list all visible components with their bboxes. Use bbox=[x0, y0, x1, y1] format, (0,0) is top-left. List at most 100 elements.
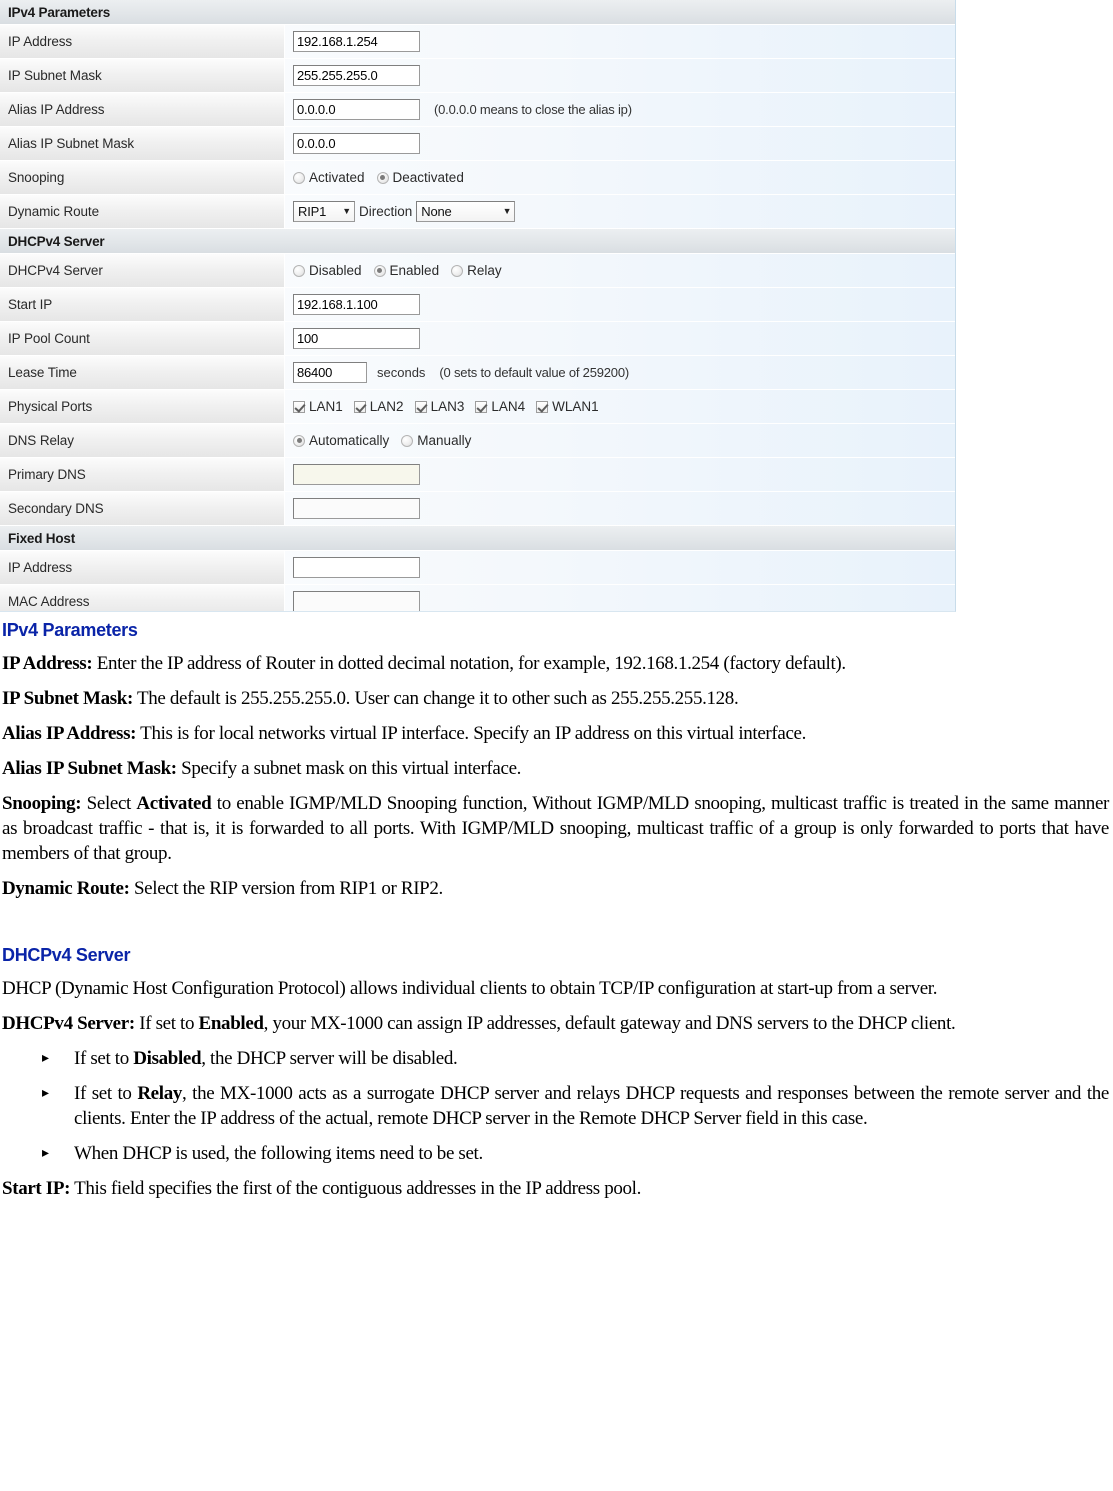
alias-ip-address-input[interactable]: 0.0.0.0 bbox=[293, 99, 420, 120]
checkbox-lan1[interactable]: LAN1 bbox=[293, 399, 343, 414]
bullet-2-text-1: If set to bbox=[74, 1083, 138, 1104]
row-physical-ports: Physical Ports LAN1 LAN2 LAN3 LAN4 WLAN1 bbox=[0, 390, 955, 424]
label-fixed-host-mac-address: MAC Address bbox=[0, 585, 285, 611]
field-dynamic-route: RIP1 ▼ Direction None ▼ bbox=[285, 195, 955, 228]
row-snooping: Snooping Activated Deactivated bbox=[0, 161, 955, 195]
paragraph-start-ip-text: This field specifies the first of the co… bbox=[70, 1178, 642, 1199]
snooping-radio-deactivated[interactable]: Deactivated bbox=[376, 170, 464, 185]
paragraph-snooping-emphasis: Activated bbox=[136, 793, 212, 814]
bullet-arrow-icon: ▸ bbox=[42, 1086, 49, 1101]
label-ip-pool-count: IP Pool Count bbox=[0, 322, 285, 355]
field-lease-time: 86400 seconds (0 sets to default value o… bbox=[285, 356, 955, 389]
label-physical-ports: Physical Ports bbox=[0, 390, 285, 423]
ip-pool-count-input[interactable]: 100 bbox=[293, 328, 420, 349]
field-alias-ip-address: 0.0.0.0 (0.0.0.0 means to close the alia… bbox=[285, 93, 955, 126]
paragraph-dhcp-intro: DHCP (Dynamic Host Configuration Protoco… bbox=[2, 978, 938, 999]
checkbox-lan3-label: LAN3 bbox=[430, 399, 465, 414]
label-primary-dns: Primary DNS bbox=[0, 458, 285, 491]
bullet-arrow-icon: ▸ bbox=[42, 1051, 49, 1066]
bullet-2-text-2: , the MX-1000 acts as a surrogate DHCP s… bbox=[74, 1083, 1109, 1129]
direction-select[interactable]: None ▼ bbox=[416, 201, 516, 222]
paragraph-dynamic-route-term: Dynamic Route: bbox=[2, 878, 130, 899]
field-physical-ports: LAN1 LAN2 LAN3 LAN4 WLAN1 bbox=[285, 390, 955, 423]
label-secondary-dns: Secondary DNS bbox=[0, 492, 285, 525]
paragraph-snooping-text-1: Select bbox=[81, 793, 137, 814]
dhcpv4-radio-enabled[interactable]: Enabled bbox=[373, 263, 439, 278]
row-dhcpv4-server: DHCPv4 Server Disabled Enabled Relay bbox=[0, 254, 955, 288]
primary-dns-input[interactable] bbox=[293, 464, 420, 485]
field-start-ip: 192.168.1.100 bbox=[285, 288, 955, 321]
label-dhcpv4-server: DHCPv4 Server bbox=[0, 254, 285, 287]
checkbox-lan2[interactable]: LAN2 bbox=[353, 399, 404, 414]
dhcpv4-radio-relay-label: Relay bbox=[467, 263, 502, 278]
checkbox-checked-icon bbox=[353, 400, 366, 413]
paragraph-start-ip-term: Start IP: bbox=[2, 1178, 71, 1199]
dns-relay-radio-automatically[interactable]: Automatically bbox=[293, 433, 389, 448]
chevron-down-icon: ▼ bbox=[342, 206, 351, 216]
paragraph-ip-subnet-mask-text: The default is 255.255.255.0. User can c… bbox=[132, 688, 739, 709]
secondary-dns-input[interactable] bbox=[293, 498, 420, 519]
checkbox-lan2-label: LAN2 bbox=[369, 399, 404, 414]
fixed-host-ip-address-input[interactable] bbox=[293, 557, 420, 578]
fixed-host-mac-address-input[interactable] bbox=[293, 591, 420, 611]
router-config-screenshot: IPv4 Parameters IP Address 192.168.1.254… bbox=[0, 0, 956, 612]
section-header-dhcpv4-server: DHCPv4 Server bbox=[0, 229, 955, 254]
label-dns-relay: DNS Relay bbox=[0, 424, 285, 457]
row-lease-time: Lease Time 86400 seconds (0 sets to defa… bbox=[0, 356, 955, 390]
dns-relay-radio-group: Automatically Manually bbox=[293, 433, 483, 448]
snooping-radio-deactivated-label: Deactivated bbox=[392, 170, 464, 185]
field-dns-relay: Automatically Manually bbox=[285, 424, 955, 457]
row-fixed-host-ip-address: IP Address bbox=[0, 551, 955, 585]
alias-ip-subnet-mask-input[interactable]: 0.0.0.0 bbox=[293, 133, 420, 154]
paragraph-dhcpv4-server: DHCPv4 Server: If set to Enabled, your M… bbox=[2, 1011, 1109, 1036]
row-start-ip: Start IP 192.168.1.100 bbox=[0, 288, 955, 322]
bullet-2-emphasis: Relay bbox=[137, 1083, 182, 1104]
ip-address-input[interactable]: 192.168.1.254 bbox=[293, 31, 420, 52]
snooping-radio-activated-label: Activated bbox=[309, 170, 365, 185]
row-ip-pool-count: IP Pool Count 100 bbox=[0, 322, 955, 356]
paragraph-alias-ip-subnet-mask-term: Alias IP Subnet Mask: bbox=[2, 758, 177, 779]
checkbox-lan3[interactable]: LAN3 bbox=[414, 399, 465, 414]
label-start-ip: Start IP bbox=[0, 288, 285, 321]
paragraph-dhcpv4-server-emphasis: Enabled bbox=[198, 1013, 264, 1034]
dns-relay-radio-manually[interactable]: Manually bbox=[401, 433, 471, 448]
lease-time-unit: seconds bbox=[377, 365, 426, 380]
heading-ipv4-parameters: IPv4 Parameters bbox=[2, 620, 138, 640]
checkbox-lan4[interactable]: LAN4 bbox=[475, 399, 525, 414]
field-alias-ip-subnet-mask: 0.0.0.0 bbox=[285, 127, 955, 160]
paragraph-ip-address-text: Enter the IP address of Router in dotted… bbox=[92, 653, 846, 674]
label-alias-ip-subnet-mask: Alias IP Subnet Mask bbox=[0, 127, 285, 160]
field-primary-dns bbox=[285, 458, 955, 491]
section-title: DHCPv4 Server bbox=[8, 233, 105, 249]
snooping-radio-activated[interactable]: Activated bbox=[293, 170, 365, 185]
dhcpv4-radio-relay[interactable]: Relay bbox=[451, 263, 502, 278]
paragraph-dynamic-route-text: Select the RIP version from RIP1 or RIP2… bbox=[129, 878, 443, 899]
label-ip-address: IP Address bbox=[0, 25, 285, 58]
section-header-ipv4-parameters: IPv4 Parameters bbox=[0, 0, 955, 25]
label-snooping: Snooping bbox=[0, 161, 285, 194]
checkbox-wlan1[interactable]: WLAN1 bbox=[536, 399, 599, 414]
dhcp-bullet-list: ▸ If set to Disabled, the DHCP server wi… bbox=[2, 1046, 1109, 1166]
dhcpv4-radio-disabled[interactable]: Disabled bbox=[293, 263, 362, 278]
start-ip-input[interactable]: 192.168.1.100 bbox=[293, 294, 420, 315]
direction-value: None bbox=[421, 204, 452, 219]
lease-time-input[interactable]: 86400 bbox=[293, 362, 367, 383]
label-ip-subnet-mask: IP Subnet Mask bbox=[0, 59, 285, 92]
list-item: ▸ When DHCP is used, the following items… bbox=[2, 1141, 1109, 1166]
checkbox-lan1-label: LAN1 bbox=[309, 399, 343, 414]
row-ip-subnet-mask: IP Subnet Mask 255.255.255.0 bbox=[0, 59, 955, 93]
row-primary-dns: Primary DNS bbox=[0, 458, 955, 492]
label-alias-ip-address: Alias IP Address bbox=[0, 93, 285, 126]
radio-icon bbox=[293, 171, 305, 184]
checkbox-checked-icon bbox=[536, 400, 549, 413]
rip-version-select[interactable]: RIP1 ▼ bbox=[293, 201, 355, 222]
row-fixed-host-mac-address: MAC Address bbox=[0, 585, 955, 611]
dns-relay-radio-manually-label: Manually bbox=[417, 433, 472, 448]
field-ip-subnet-mask: 255.255.255.0 bbox=[285, 59, 955, 92]
ip-subnet-mask-input[interactable]: 255.255.255.0 bbox=[293, 65, 420, 86]
row-alias-ip-address: Alias IP Address 0.0.0.0 (0.0.0.0 means … bbox=[0, 93, 955, 127]
radio-selected-icon bbox=[376, 171, 389, 184]
config-form: IPv4 Parameters IP Address 192.168.1.254… bbox=[0, 0, 955, 611]
field-ip-pool-count: 100 bbox=[285, 322, 955, 355]
label-lease-time: Lease Time bbox=[0, 356, 285, 389]
